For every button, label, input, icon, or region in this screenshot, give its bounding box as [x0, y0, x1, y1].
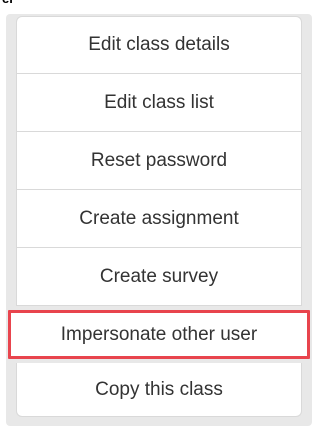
impersonate-other-user-button[interactable]: Impersonate other user	[8, 310, 310, 359]
create-assignment-button[interactable]: Create assignment	[16, 190, 302, 248]
edit-class-list-button[interactable]: Edit class list	[16, 74, 302, 132]
reset-password-button[interactable]: Reset password	[16, 132, 302, 190]
actions-menu: Edit class details Edit class list Reset…	[8, 16, 310, 417]
screenshot-root: er Edit class details Edit class list Re…	[0, 0, 315, 427]
cropped-header-text: er	[2, 0, 14, 6]
edit-class-details-button[interactable]: Edit class details	[16, 16, 302, 74]
create-survey-button[interactable]: Create survey	[16, 248, 302, 306]
copy-this-class-button[interactable]: Copy this class	[16, 363, 302, 417]
